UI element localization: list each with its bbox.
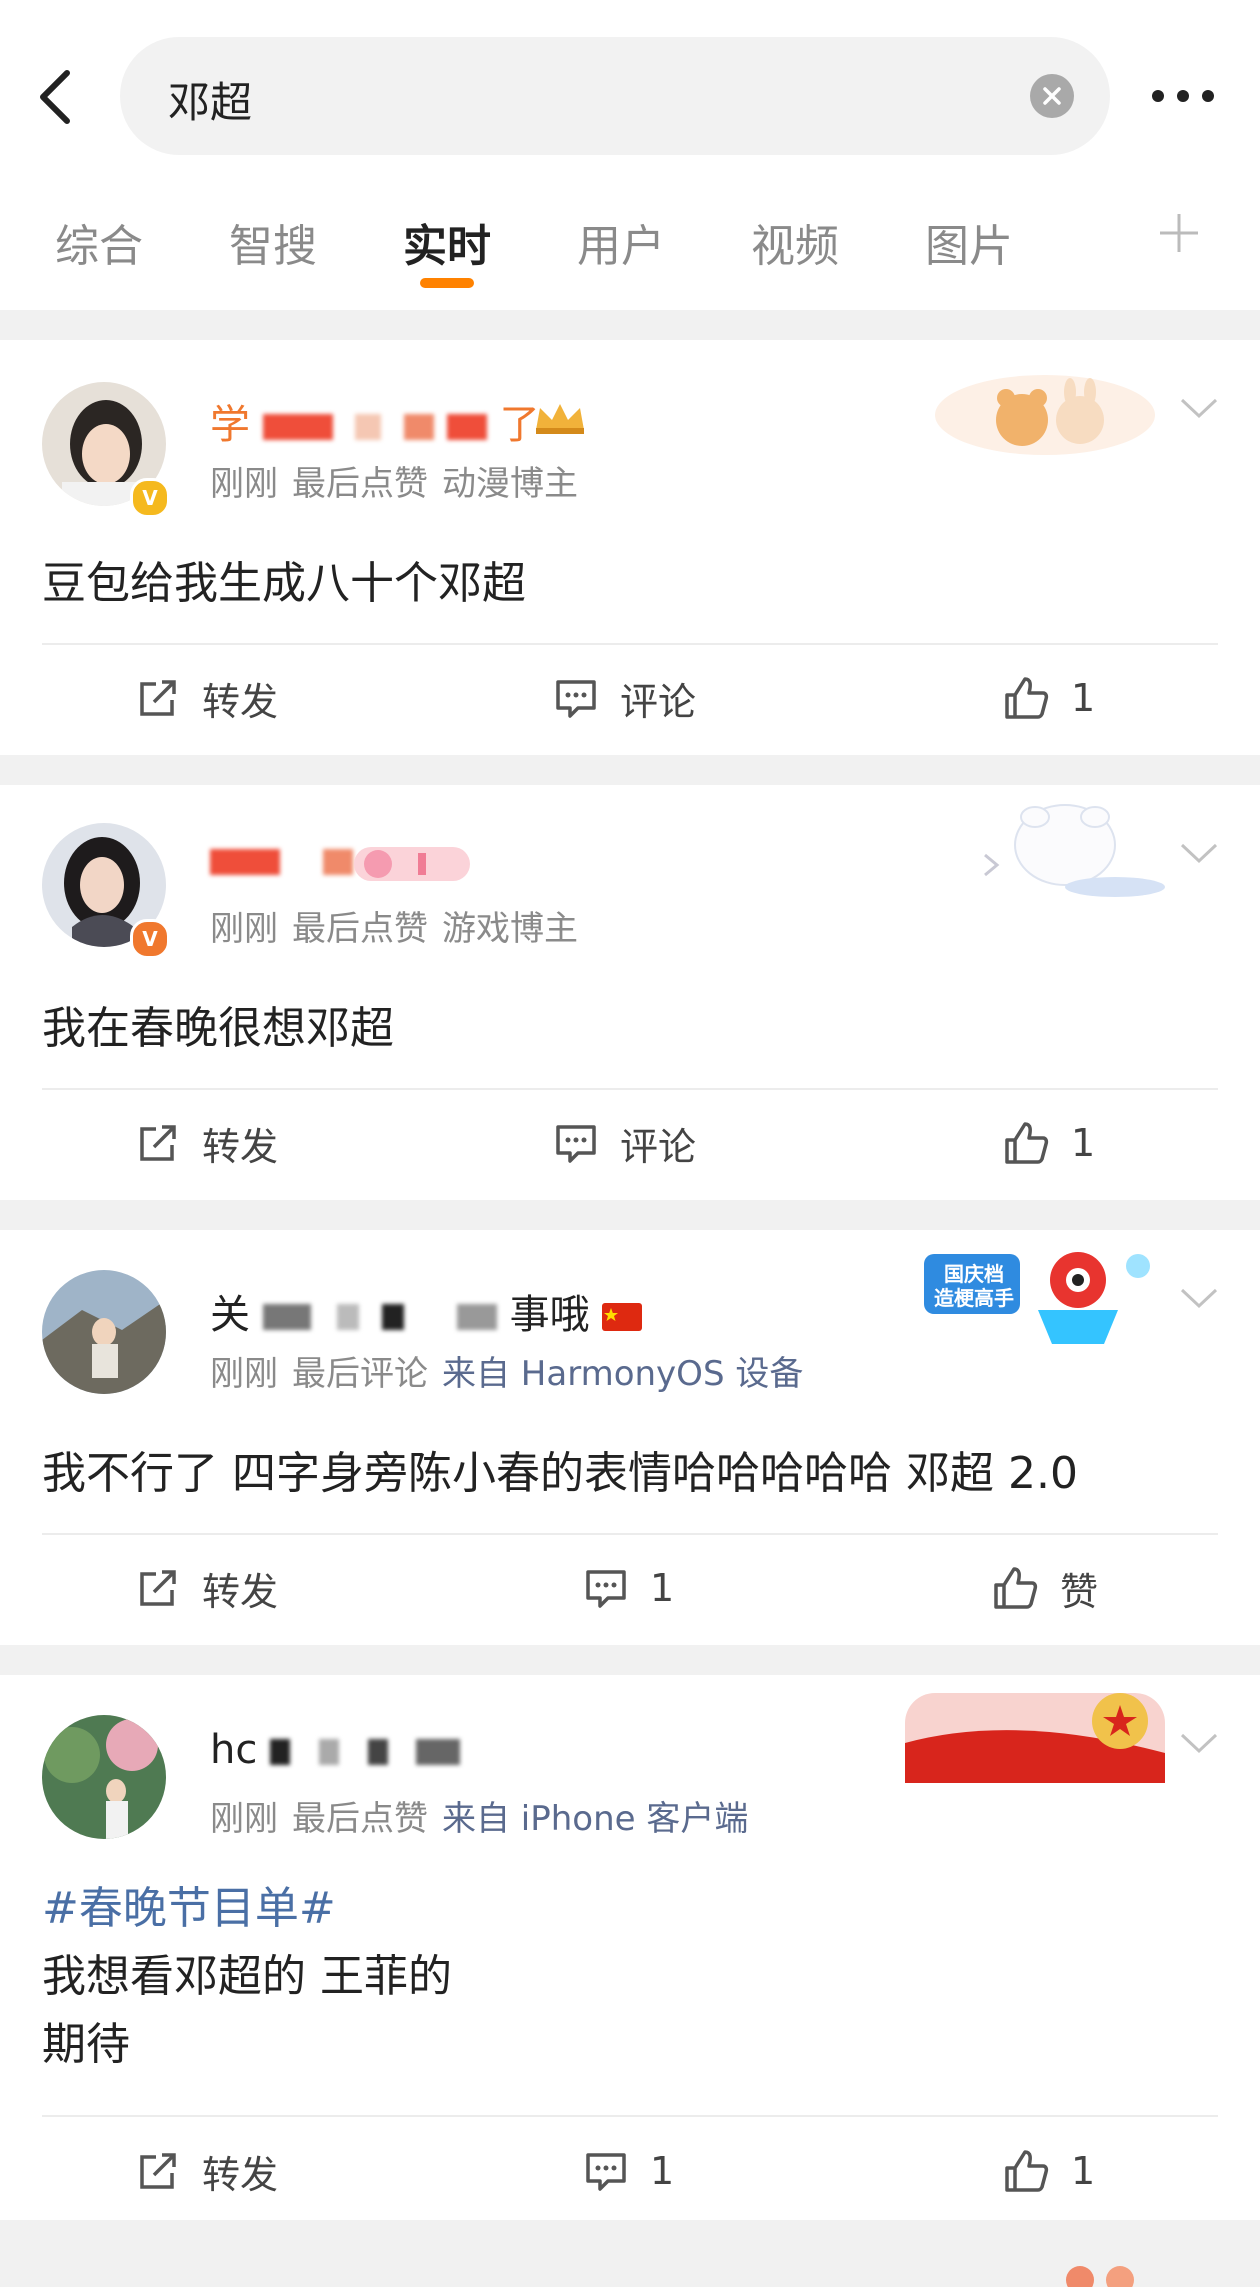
- chevron-down-icon[interactable]: [1178, 1727, 1220, 1757]
- search-tabs: 综合 智搜 实时 用户 视频 图片: [0, 190, 1260, 310]
- thumbs-up-icon: [994, 1567, 1038, 1609]
- share-icon: [140, 680, 176, 716]
- user-tag: 动漫博主: [442, 464, 578, 504]
- tab-comprehensive[interactable]: 综合: [55, 210, 143, 274]
- national-emblem-decoration: [905, 1693, 1165, 1783]
- post-meta: 刚刚 最后点赞 动漫博主: [210, 456, 592, 505]
- comment-button[interactable]: 1: [584, 1558, 674, 1618]
- post-meta: 刚刚 最后点赞 游戏博主: [210, 901, 592, 950]
- share-icon: [140, 2153, 176, 2189]
- post-time: 刚刚: [210, 464, 278, 504]
- search-input[interactable]: 邓超: [168, 69, 252, 130]
- post-content: 豆包给我生成八十个邓超: [42, 558, 526, 609]
- separator: [0, 1645, 1260, 1675]
- avatar[interactable]: [42, 1270, 166, 1394]
- comment-button[interactable]: 评论: [554, 668, 696, 728]
- comment-button[interactable]: 1: [584, 2141, 674, 2201]
- avatar[interactable]: [42, 1715, 166, 1839]
- like-button[interactable]: 1: [1003, 2141, 1095, 2201]
- like-button[interactable]: 赞: [992, 1558, 1098, 1618]
- user-tag: 游戏博主: [442, 909, 578, 949]
- share-icon: [140, 1125, 176, 1161]
- divider: [42, 643, 1218, 645]
- crown-icon: [536, 404, 584, 434]
- like-button[interactable]: 1: [1003, 1113, 1095, 1173]
- repost-button[interactable]: 转发: [136, 1113, 278, 1173]
- username[interactable]: 关 事哦: [210, 1282, 643, 1340]
- post-meta: 刚刚 最后评论 来自 HarmonyOS 设备: [210, 1346, 817, 1395]
- thumbs-up-icon: [1005, 677, 1049, 719]
- hashtag-link[interactable]: #春晚节目单#: [42, 1875, 452, 1943]
- post-text-line: 期待: [42, 2019, 130, 2070]
- post-content: #春晚节目单# 我想看邓超的 王菲的 期待: [42, 1875, 452, 2079]
- username[interactable]: hc: [210, 1727, 461, 1773]
- close-icon: [1043, 87, 1061, 105]
- comment-icon: [586, 1570, 626, 1608]
- post-status: 最后点赞: [292, 909, 428, 949]
- repost-button[interactable]: 转发: [136, 668, 278, 728]
- username[interactable]: [210, 837, 353, 883]
- chevron-down-icon[interactable]: [1178, 1282, 1220, 1312]
- comment-icon: [586, 2153, 626, 2191]
- bunny-decoration: [984, 804, 1165, 897]
- post-card[interactable]: V 学 了 刚刚 最后点赞 动漫博主 豆包给我生成八十个邓超 转发 评论 1: [0, 340, 1260, 755]
- avatar-image: [42, 1715, 166, 1839]
- search-box[interactable]: 邓超: [120, 37, 1110, 155]
- award-badge-decoration: 国庆档 造梗高手: [918, 1240, 1168, 1360]
- avatar-image: [42, 1270, 166, 1394]
- badge-text: 国庆档 造梗高手: [934, 1262, 1014, 1310]
- next-post-decoration-peek: [1066, 2266, 1134, 2287]
- post-time: 刚刚: [210, 1799, 278, 1839]
- post-source: 来自 iPhone 客户端: [442, 1799, 749, 1839]
- divider: [42, 1533, 1218, 1535]
- verified-badge: V: [130, 919, 170, 959]
- tab-users[interactable]: 用户: [577, 210, 665, 274]
- post-status: 最后点赞: [292, 1799, 428, 1839]
- comment-icon: [556, 680, 596, 718]
- comment-button[interactable]: 评论: [554, 1113, 696, 1173]
- share-icon: [140, 1570, 176, 1606]
- post-card[interactable]: V 刚刚 最后点赞 游戏博主 我在春晚很想邓超 转发 评论 1: [0, 785, 1260, 1200]
- post-source: 来自 HarmonyOS 设备: [442, 1354, 804, 1394]
- separator: [0, 310, 1260, 340]
- like-button[interactable]: 1: [1003, 668, 1095, 728]
- separator: [0, 1200, 1260, 1230]
- pink-badge-decoration: [354, 847, 470, 881]
- comment-icon: [556, 1125, 596, 1163]
- post-text-line: 我想看邓超的 王菲的: [42, 1951, 452, 2002]
- tab-smart-search[interactable]: 智搜: [229, 210, 317, 274]
- repost-button[interactable]: 转发: [136, 1558, 278, 1618]
- post-card[interactable]: hc 刚刚 最后点赞 来自 iPhone 客户端 #春晚节目单# 我想看邓超的 王菲…: [0, 1675, 1260, 2220]
- username[interactable]: 学 了: [210, 392, 540, 450]
- clear-search-button[interactable]: [1030, 74, 1074, 118]
- post-time: 刚刚: [210, 1354, 278, 1394]
- bear-decoration: [935, 375, 1155, 455]
- tab-images[interactable]: 图片: [925, 210, 1013, 274]
- verified-badge: V: [130, 478, 170, 518]
- chevron-down-icon[interactable]: [1178, 837, 1220, 867]
- tab-realtime[interactable]: 实时: [403, 210, 491, 274]
- back-button[interactable]: [30, 62, 80, 132]
- divider: [42, 1088, 1218, 1090]
- post-status: 最后评论: [292, 1354, 428, 1394]
- post-status: 最后点赞: [292, 464, 428, 504]
- add-tab-icon[interactable]: [1154, 208, 1204, 258]
- post-content: 我在春晚很想邓超: [42, 1003, 394, 1054]
- post-content: 我不行了 四字身旁陈小春的表情哈哈哈哈哈 邓超 2.0: [42, 1448, 1078, 1499]
- active-tab-indicator: [420, 278, 474, 288]
- post-card[interactable]: 关 事哦 刚刚 最后评论 来自 HarmonyOS 设备 国庆档 造梗高手 我不行了…: [0, 1230, 1260, 1645]
- repost-button[interactable]: 转发: [136, 2141, 278, 2201]
- post-time: 刚刚: [210, 909, 278, 949]
- chevron-down-icon[interactable]: [1178, 392, 1220, 422]
- thumbs-up-icon: [1005, 2150, 1049, 2192]
- china-flag-icon: [602, 1303, 643, 1331]
- post-meta: 刚刚 最后点赞 来自 iPhone 客户端: [210, 1791, 762, 1840]
- divider: [42, 2115, 1218, 2117]
- thumbs-up-icon: [1005, 1122, 1049, 1164]
- top-bar: 邓超: [0, 0, 1260, 190]
- back-arrow-icon: [40, 70, 70, 124]
- more-options-icon[interactable]: [1150, 86, 1216, 106]
- separator: [0, 755, 1260, 785]
- tab-videos[interactable]: 视频: [751, 210, 839, 274]
